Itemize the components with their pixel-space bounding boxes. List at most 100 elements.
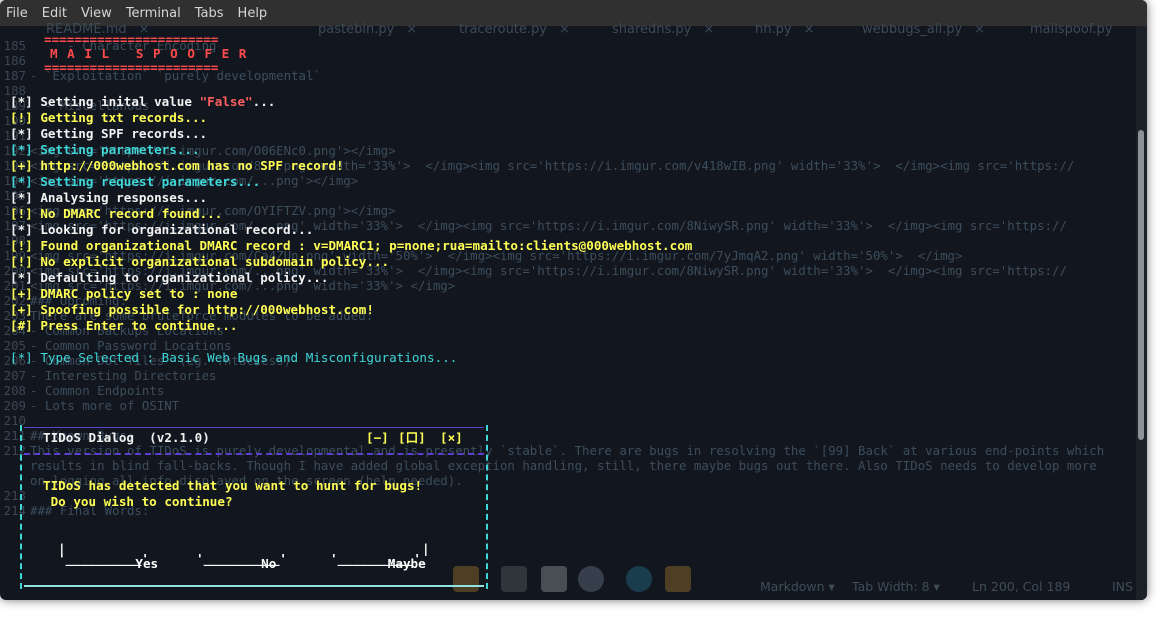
line-prefix: [+] xyxy=(10,302,33,317)
terminal-line: [!] No explicit organizational subdomain… xyxy=(10,254,389,270)
editor-line-text: - Common Endpoints xyxy=(30,383,165,398)
close-icon: × xyxy=(974,22,986,37)
terminal-line: [*] Looking for organizational record... xyxy=(10,222,313,238)
cursor-position: Ln 200, Col 189 xyxy=(972,579,1071,594)
close-icon: × xyxy=(703,22,715,37)
line-prefix: [!] xyxy=(10,238,33,253)
line-prefix: [*] xyxy=(10,190,33,205)
line-text: Setting request parameters... xyxy=(32,174,261,189)
menu-terminal[interactable]: Terminal xyxy=(119,6,188,21)
globe-icon xyxy=(578,566,604,592)
no-button-underline: '__________' xyxy=(196,551,287,566)
line-text: DMARC policy set to : none xyxy=(32,286,238,301)
yes-button-underline: '__________' xyxy=(58,551,149,566)
line-tail: ... xyxy=(252,94,276,109)
terminal-line: [*] Getting SPF records... xyxy=(10,126,207,142)
close-button[interactable]: [×] xyxy=(440,430,463,446)
line-text: Getting txt records... xyxy=(32,110,208,125)
banner-rule-top: ======================= xyxy=(44,32,219,47)
editor-tab-label: sharedns.py xyxy=(612,22,692,37)
terminal-line: [*] Setting parameters... xyxy=(10,142,200,158)
folder-icon xyxy=(665,566,691,592)
editor-tab: hh.py × xyxy=(755,22,814,37)
line-prefix: [*] xyxy=(10,174,33,189)
terminal-line: [*] Analysing responses... xyxy=(10,190,207,206)
editor-tab: pastebin.py × xyxy=(318,22,417,37)
maximize-button[interactable]: [口] xyxy=(398,430,426,446)
line-prefix: [+] xyxy=(10,286,33,301)
dialog-bottom-rule xyxy=(24,585,484,587)
menu-help[interactable]: Help xyxy=(231,6,275,21)
line-prefix: [*] xyxy=(10,142,33,157)
line-prefix: [!] xyxy=(10,254,33,269)
dialog-title: TIDoS Dialog (v2.1.0) xyxy=(43,430,210,445)
editor-line: 208 - Common Endpoints xyxy=(0,383,165,398)
line-number: 186 xyxy=(3,53,26,68)
document-icon xyxy=(541,566,567,592)
line-value: "False" xyxy=(199,94,253,109)
line-text: http://000webhost.com has no SPF record! xyxy=(32,158,344,173)
line-prefix: [!] xyxy=(10,110,33,125)
line-number: 208 xyxy=(3,383,26,398)
line-text: Looking for organizational record... xyxy=(32,222,314,237)
search-icon xyxy=(626,566,652,592)
line-prefix: [#] xyxy=(10,318,33,333)
line-prefix: [*] xyxy=(10,94,33,109)
line-prefix: [*] xyxy=(10,222,33,237)
line-prefix: [*] xyxy=(10,270,33,285)
terminal-line: [!] Found organizational DMARC record : … xyxy=(10,238,692,254)
terminal-line: [#] Press Enter to continue... xyxy=(10,318,237,334)
banner-title: M A I L S P O O F E R xyxy=(50,46,248,61)
dialog-top-rule xyxy=(24,427,484,428)
terminal-line: [+] Spoofing possible for http://000webh… xyxy=(10,302,374,318)
line-text: Found organizational DMARC record : v=DM… xyxy=(32,238,693,253)
dialog-message-line2: Do you wish to continue? xyxy=(43,494,233,509)
scrollbar[interactable] xyxy=(1136,26,1147,600)
terminal-line: [*] Defaulting to organizational policy.… xyxy=(10,270,328,286)
line-text: Setting inital value xyxy=(32,94,200,109)
line-text: Press Enter to continue... xyxy=(32,318,238,333)
line-prefix: [*] xyxy=(10,126,33,141)
insert-mode: INS xyxy=(1112,579,1133,594)
menu-view[interactable]: View xyxy=(74,6,119,21)
line-text: Defaulting to organizational policy... xyxy=(32,270,329,285)
line-text: Analysing responses... xyxy=(32,190,208,205)
menu-edit[interactable]: Edit xyxy=(35,6,74,21)
terminal-window: File Edit View Terminal Tabs Help README… xyxy=(0,0,1147,600)
dialog-separator xyxy=(24,453,484,455)
terminal-icon xyxy=(501,566,527,592)
close-icon: × xyxy=(803,22,815,37)
line-number: 187 xyxy=(3,68,26,83)
line-number: 185 xyxy=(3,38,26,53)
type-selected-line: [*] Type Selected : Basic Web Bugs and M… xyxy=(10,350,458,365)
line-prefix: [!] xyxy=(10,206,33,221)
editor-line: 207 - Interesting Directories xyxy=(0,368,217,383)
minimize-button[interactable]: [−] xyxy=(366,430,389,446)
editor-line-text: - Lots more of OSINT xyxy=(30,398,180,413)
line-text: No explicit organizational subdomain pol… xyxy=(32,254,390,269)
line-prefix: [+] xyxy=(10,158,33,173)
line-text: Setting parameters... xyxy=(32,142,200,157)
menu-file[interactable]: File xyxy=(0,6,35,21)
line-number: 209 xyxy=(3,398,26,413)
editor-tab: sharedns.py × xyxy=(612,22,714,37)
line-text: Spoofing possible for http://000webhost.… xyxy=(32,302,374,317)
editor-line: 186 xyxy=(0,53,30,68)
terminal-line: [+] DMARC policy set to : none xyxy=(10,286,237,302)
menu-tabs[interactable]: Tabs xyxy=(188,6,231,21)
editor-line: 209 - Lots more of OSINT xyxy=(0,398,180,413)
line-text: Getting SPF records... xyxy=(32,126,208,141)
editor-tab: traceroute.py × xyxy=(459,22,570,37)
terminal-line: [!] Getting txt records... xyxy=(10,110,207,126)
maybe-button-edge: | xyxy=(422,541,430,556)
line-number: 207 xyxy=(3,368,26,383)
tidos-dialog: TIDoS Dialog (v2.1.0) [−] [口] [×] TIDoS … xyxy=(20,425,488,589)
banner-rule-bottom: ======================= xyxy=(44,60,219,75)
terminal-line: [+] http://000webhost.com has no SPF rec… xyxy=(10,158,344,174)
editor-tab: webbugs_all.py × xyxy=(862,22,985,37)
yes-button-edge: | xyxy=(58,541,66,556)
editor-tab: mailspoof.py xyxy=(1030,22,1113,37)
editor-tab-label: traceroute.py xyxy=(459,22,547,37)
terminal-line: [!] No DMARC record found... xyxy=(10,206,222,222)
scrollbar-thumb[interactable] xyxy=(1138,130,1144,440)
